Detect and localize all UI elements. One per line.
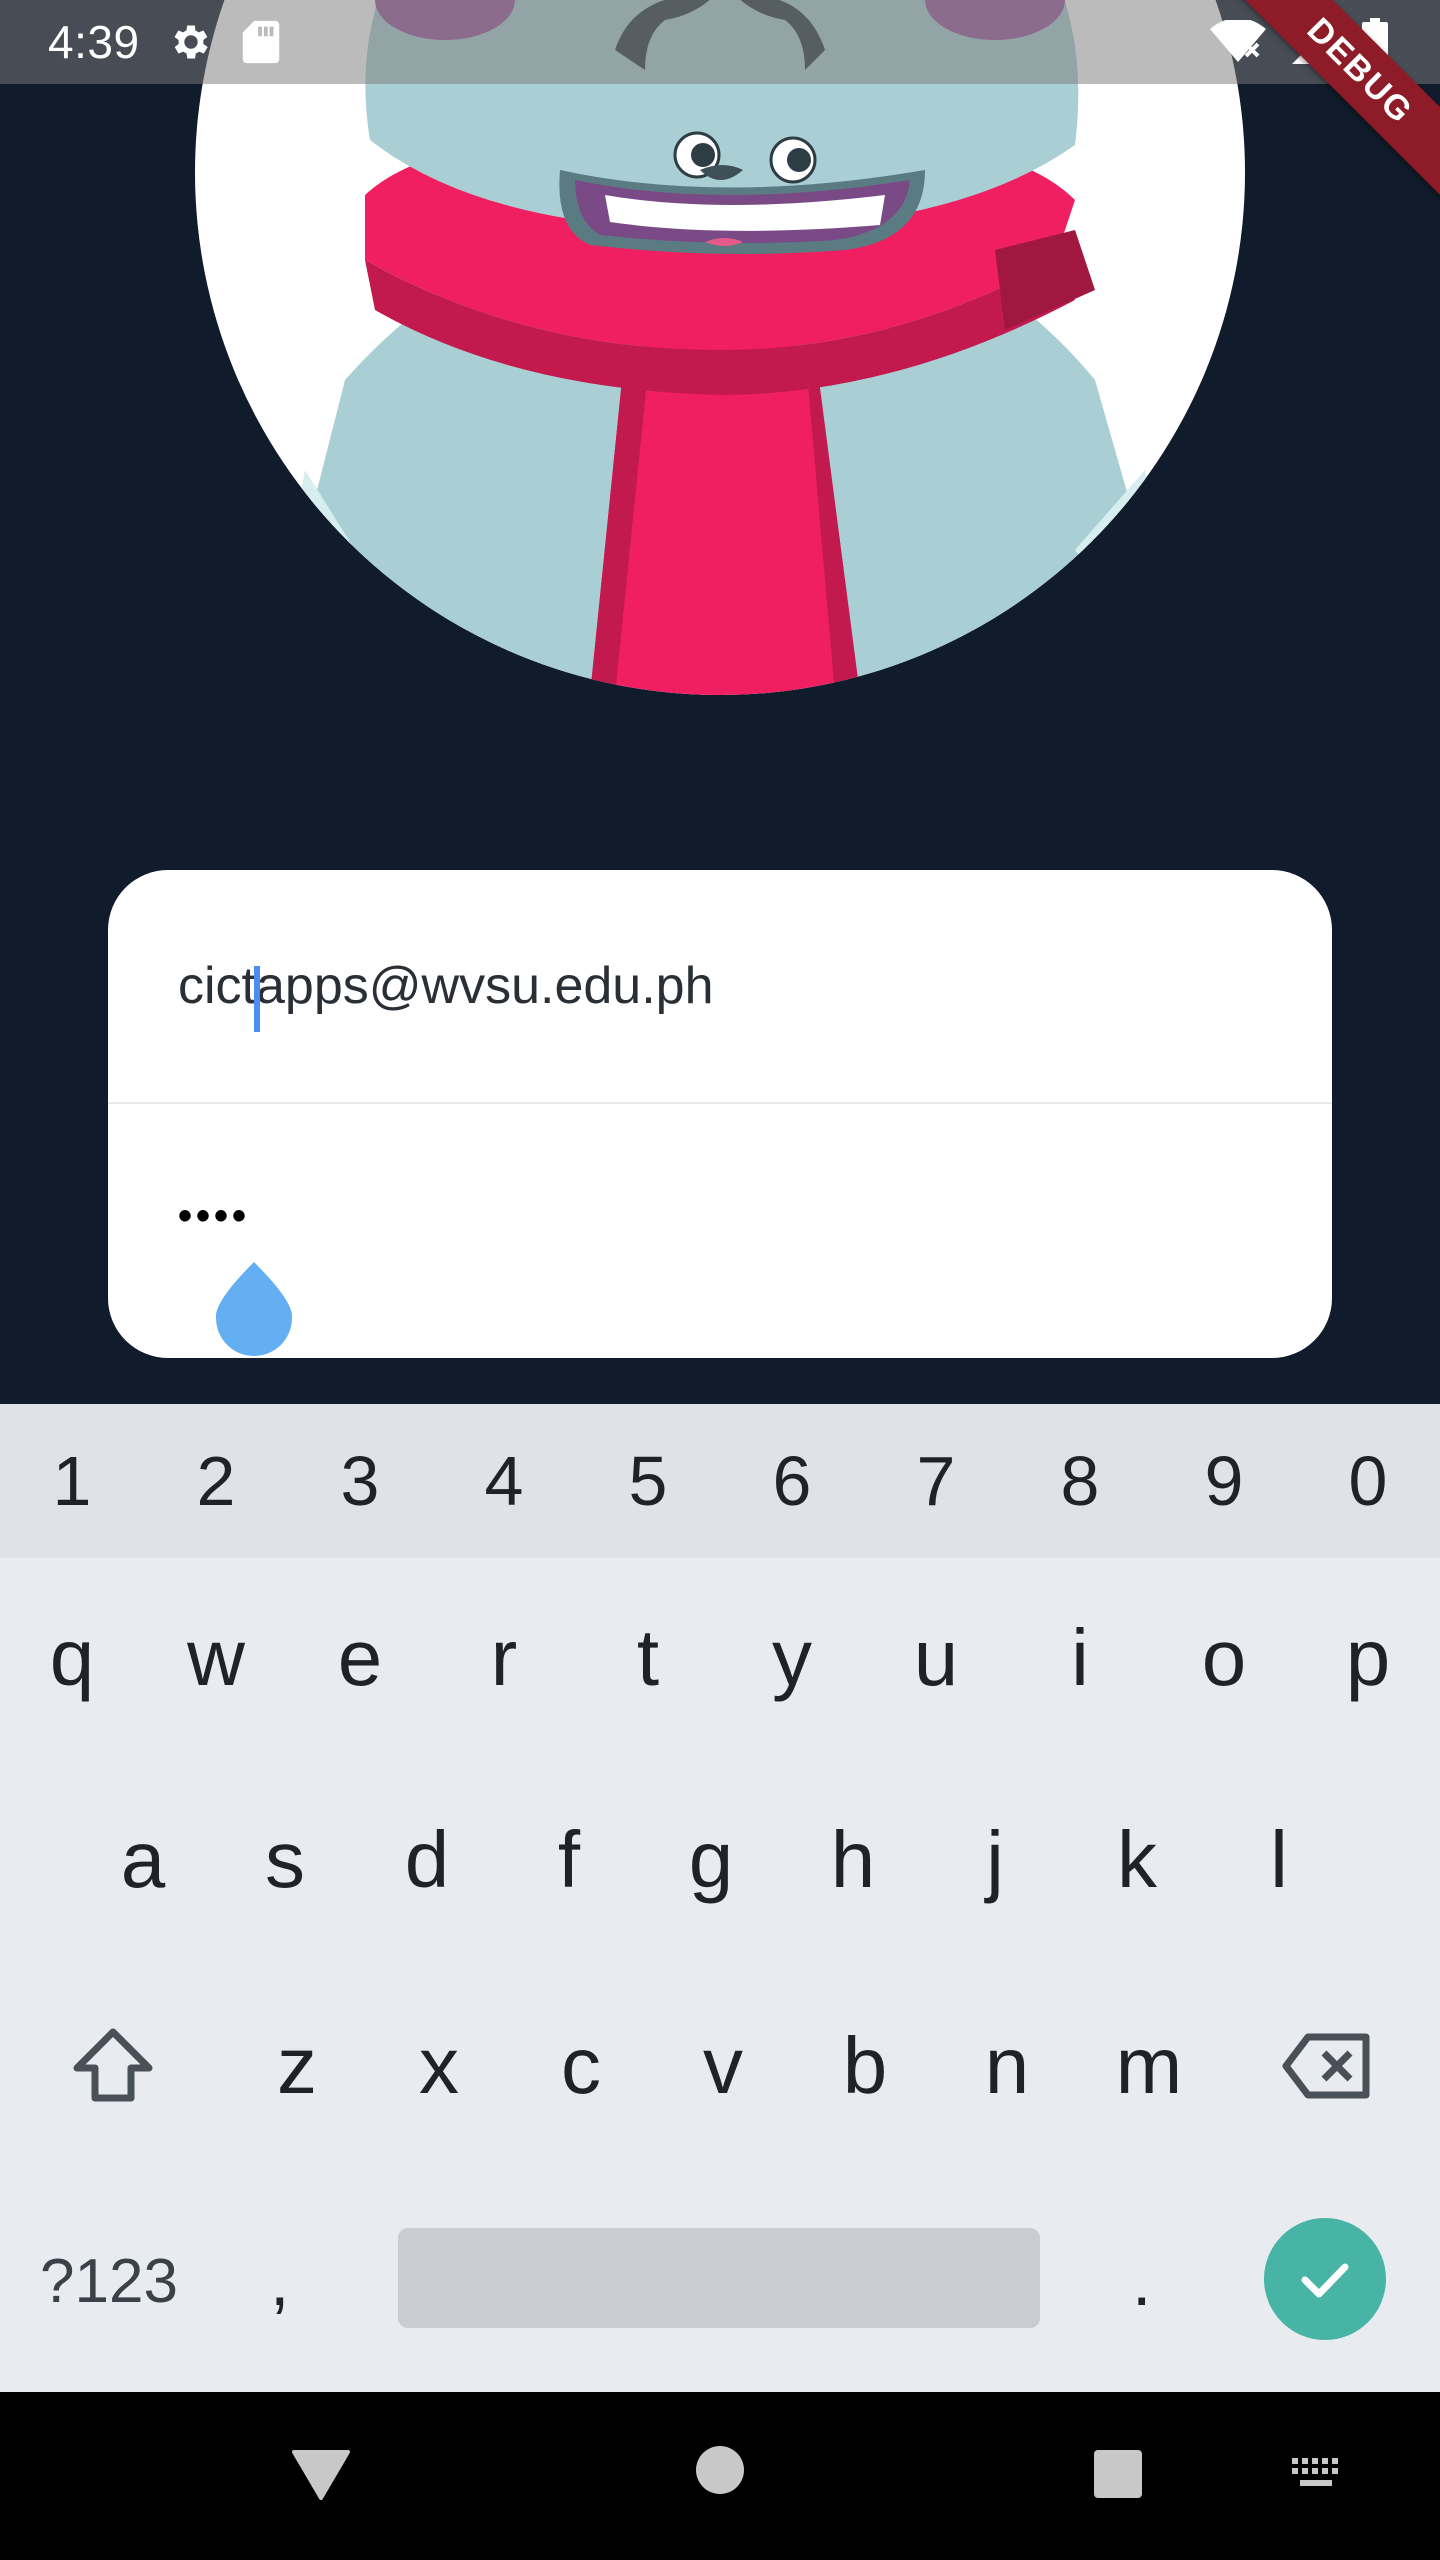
space-key[interactable] [398, 2228, 1040, 2328]
keyboard-row-bottom: ?123 , . [0, 2170, 1440, 2392]
navigation-bar [0, 2392, 1440, 2560]
keyboard-row-asdf: a s d f g h j k l [0, 1758, 1440, 1962]
cursor-handle[interactable] [214, 1262, 294, 1358]
comma-key[interactable]: , [270, 2170, 289, 2392]
key-p[interactable]: p [1296, 1612, 1440, 1704]
key-n[interactable]: n [936, 2020, 1078, 2112]
shift-key[interactable] [0, 2026, 226, 2106]
home-icon[interactable] [694, 2444, 746, 2501]
email-field[interactable]: cictapps@wvsu.edu.ph [108, 870, 1332, 1104]
key-5[interactable]: 5 [576, 1441, 720, 1521]
key-t[interactable]: t [576, 1612, 720, 1704]
enter-key[interactable] [1264, 2218, 1386, 2340]
gear-icon [168, 19, 214, 65]
key-i[interactable]: i [1008, 1612, 1152, 1704]
key-g[interactable]: g [640, 1814, 782, 1906]
key-1[interactable]: 1 [0, 1441, 144, 1521]
key-l[interactable]: l [1208, 1814, 1350, 1906]
keyboard-number-row: 1 2 3 4 5 6 7 8 9 0 [0, 1404, 1440, 1558]
password-value: •••• [178, 1194, 251, 1238]
key-m[interactable]: m [1078, 2020, 1220, 2112]
avatar [195, 0, 1245, 695]
keyboard-row-zxcv: z x c v b n m [0, 1962, 1440, 2170]
key-c[interactable]: c [510, 2020, 652, 2112]
period-key[interactable]: . [1132, 2170, 1151, 2392]
key-w[interactable]: w [144, 1612, 288, 1704]
key-v[interactable]: v [652, 2020, 794, 2112]
text-cursor [254, 966, 260, 1032]
key-8[interactable]: 8 [1008, 1441, 1152, 1521]
key-0[interactable]: 0 [1296, 1441, 1440, 1521]
key-4[interactable]: 4 [432, 1441, 576, 1521]
symbols-key[interactable]: ?123 [40, 2170, 178, 2392]
key-e[interactable]: e [288, 1612, 432, 1704]
key-z[interactable]: z [226, 2020, 368, 2112]
key-9[interactable]: 9 [1152, 1441, 1296, 1521]
recents-icon[interactable] [1092, 2448, 1144, 2505]
status-bar: 4:39 [0, 0, 1440, 84]
keyboard-switch-icon[interactable] [1290, 2454, 1346, 2499]
key-y[interactable]: y [720, 1612, 864, 1704]
key-k[interactable]: k [1066, 1814, 1208, 1906]
backspace-icon [1282, 2033, 1370, 2099]
back-icon[interactable] [290, 2444, 352, 2509]
key-o[interactable]: o [1152, 1612, 1296, 1704]
login-screen: 4:39 DEBUG cictapps@wvsu.edu.ph •••• 1 2… [0, 0, 1440, 2560]
key-b[interactable]: b [794, 2020, 936, 2112]
key-h[interactable]: h [782, 1814, 924, 1906]
key-6[interactable]: 6 [720, 1441, 864, 1521]
sd-card-icon [242, 19, 280, 65]
key-q[interactable]: q [0, 1612, 144, 1704]
yeti-mascot-icon [265, 0, 1185, 695]
key-u[interactable]: u [864, 1612, 1008, 1704]
key-f[interactable]: f [498, 1814, 640, 1906]
shift-icon [73, 2028, 153, 2102]
key-3[interactable]: 3 [288, 1441, 432, 1521]
key-s[interactable]: s [214, 1814, 356, 1906]
check-icon [1301, 2263, 1349, 2298]
key-j[interactable]: j [924, 1814, 1066, 1906]
key-x[interactable]: x [368, 2020, 510, 2112]
key-a[interactable]: a [72, 1814, 214, 1906]
key-2[interactable]: 2 [144, 1441, 288, 1521]
backspace-key[interactable] [1220, 2031, 1434, 2101]
status-time: 4:39 [48, 16, 140, 68]
keyboard-row-qwerty: q w e r t y u i o p [0, 1558, 1440, 1758]
key-7[interactable]: 7 [864, 1441, 1008, 1521]
soft-keyboard: 1 2 3 4 5 6 7 8 9 0 q w e r t y u i o p … [0, 1404, 1440, 2392]
wifi-icon [1210, 20, 1266, 64]
key-r[interactable]: r [432, 1612, 576, 1704]
key-d[interactable]: d [356, 1814, 498, 1906]
